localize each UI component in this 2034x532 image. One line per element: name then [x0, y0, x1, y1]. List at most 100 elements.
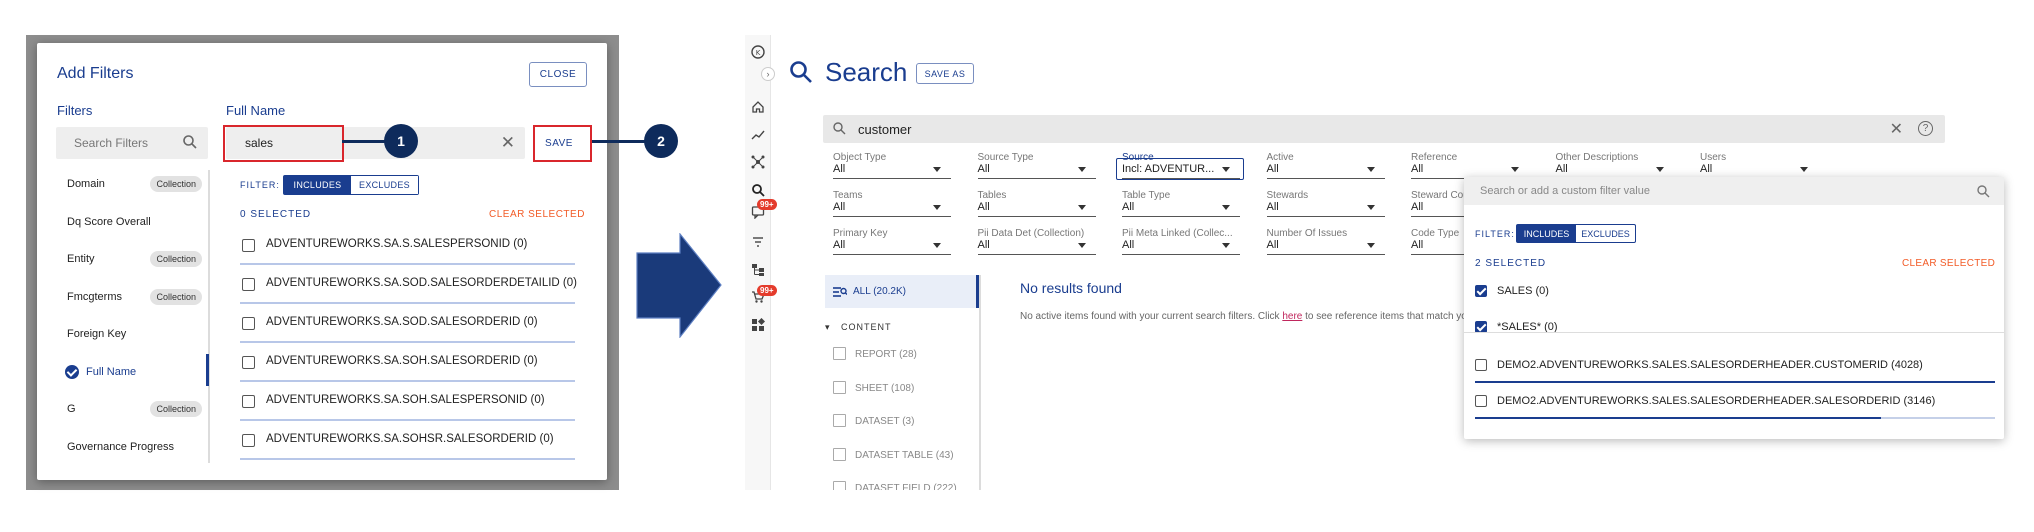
trending-icon[interactable]	[751, 128, 765, 142]
clear-selected-button[interactable]: CLEAR SELECTED	[489, 209, 585, 220]
content-type-label: DATASET FIELD (222)	[855, 483, 957, 490]
clear-icon[interactable]: ✕	[501, 133, 515, 153]
filter-item[interactable]: Governance Progress	[56, 433, 208, 461]
result-bar	[240, 380, 575, 382]
search-icon	[1977, 185, 1990, 198]
chevron-down-icon	[1366, 205, 1375, 210]
option-checkbox[interactable]	[1475, 359, 1487, 371]
result-label: ADVENTUREWORKS.SA.SOH.SALESPERSONID (0)	[266, 394, 545, 406]
filter-item[interactable]: Dq Score Overall	[56, 208, 208, 236]
facet-dropdown[interactable]: Source Incl: ADVENTUR...	[1114, 152, 1244, 180]
filter-item-label: Full Name	[86, 365, 137, 378]
option-checkbox[interactable]	[1475, 395, 1487, 407]
logo-icon[interactable]: K	[751, 45, 765, 59]
facet-dropdown[interactable]: Reference All	[1403, 152, 1529, 179]
hierarchy-icon[interactable]	[751, 263, 765, 277]
result-checkbox[interactable]	[242, 239, 255, 252]
option-label: DEMO2.ADVENTUREWORKS.SALES.SALESORDERHEA…	[1497, 359, 1923, 371]
search-filters-input[interactable]: Search Filters	[56, 127, 208, 159]
content-section-heading[interactable]: ▾ CONTENT	[825, 322, 892, 333]
facet-dropdown[interactable]: Tables All	[970, 190, 1096, 217]
facet-dropdown[interactable]: Stewards All	[1259, 190, 1385, 217]
facet-dropdown[interactable]: Primary Key All	[825, 228, 951, 255]
collection-badge: Collection	[150, 401, 202, 417]
network-icon[interactable]	[751, 155, 765, 169]
popover-clear-selected-button[interactable]: CLEAR SELECTED	[1902, 258, 1995, 269]
popover-search-input[interactable]: Search or add a custom filter value	[1464, 177, 2004, 205]
tab-all-label: ALL (20.2K)	[853, 286, 906, 297]
selected-option[interactable]: *SALES* (0)	[1475, 321, 1995, 351]
clear-search-icon[interactable]: ✕	[1890, 119, 1903, 139]
help-icon[interactable]: ?	[1918, 121, 1933, 136]
content-type-label: DATASET (3)	[855, 416, 915, 427]
facet-value: All	[833, 239, 846, 251]
facet-label: Number Of Issues	[1266, 228, 1348, 239]
result-checkbox[interactable]	[242, 317, 255, 330]
filters-heading: Filters	[57, 103, 93, 118]
content-type-icon	[833, 347, 846, 360]
main-search-value: customer	[858, 122, 912, 137]
filter-icon[interactable]	[751, 235, 765, 249]
facet-dropdown[interactable]: Other Descriptions All	[1548, 152, 1674, 179]
facet-dropdown[interactable]: Table Type All	[1114, 190, 1240, 217]
reference-items-link[interactable]: here	[1282, 311, 1302, 322]
facet-dropdown[interactable]: Object Type All	[825, 152, 951, 179]
facet-dropdown[interactable]: Number Of Issues All	[1259, 228, 1385, 255]
option-row[interactable]: DEMO2.ADVENTUREWORKS.SALES.SALESORDERHEA…	[1475, 359, 1995, 389]
content-type-icon	[833, 380, 846, 394]
facet-label: Object Type	[833, 152, 887, 163]
includes-toggle[interactable]: INCLUDES	[284, 176, 351, 194]
facet-dropdown[interactable]: Users All	[1692, 152, 1818, 179]
filter-item[interactable]: Full Name	[56, 358, 208, 386]
content-nav-divider	[979, 275, 981, 490]
option-row[interactable]: DEMO2.ADVENTUREWORKS.SALES.SALESORDERHEA…	[1475, 395, 1995, 425]
facet-label: Reference	[1411, 152, 1458, 163]
selected-option[interactable]: SALES (0)	[1475, 285, 1995, 315]
filter-item[interactable]: Entity Collection	[56, 245, 208, 273]
facet-dropdown[interactable]: Pii Data Det (Collection) All	[970, 228, 1096, 255]
result-checkbox[interactable]	[242, 434, 255, 447]
home-icon[interactable]	[751, 100, 765, 114]
filter-item[interactable]: Fmcgterms Collection	[56, 283, 208, 311]
result-row[interactable]: ADVENTUREWORKS.SA.S.SALESPERSONID (0)	[240, 235, 575, 270]
filter-item[interactable]: G Collection	[56, 395, 208, 423]
facet-label: Active	[1266, 152, 1294, 163]
chevron-down-icon	[1655, 167, 1664, 172]
close-button[interactable]: CLOSE	[529, 62, 587, 87]
main-search-input[interactable]: customer ✕ ?	[823, 115, 1945, 143]
facet-value: All	[977, 163, 990, 175]
result-row[interactable]: ADVENTUREWORKS.SA.SOH.SALESORDERID (0)	[240, 352, 575, 387]
tab-all[interactable]: ALL (20.2K)	[825, 275, 979, 308]
filter-item[interactable]: Foreign Key	[56, 320, 208, 348]
search-title-icon	[790, 61, 812, 83]
filter-item[interactable]: Domain Collection	[56, 170, 208, 198]
callout-connector-1	[342, 140, 388, 143]
facet-value: All	[833, 163, 846, 175]
result-checkbox[interactable]	[242, 356, 255, 369]
search-nav-icon[interactable]	[751, 183, 765, 197]
popover-excludes-toggle[interactable]: EXCLUDES	[1576, 225, 1635, 242]
chevron-down-icon	[1077, 205, 1086, 210]
facet-dropdown[interactable]: Teams All	[825, 190, 951, 217]
result-row[interactable]: ADVENTUREWORKS.SA.SOD.SALESORDERDETAILID…	[240, 274, 577, 309]
result-row[interactable]: ADVENTUREWORKS.SA.SOH.SALESPERSONID (0)	[240, 391, 575, 426]
save-as-button[interactable]: SAVE AS	[916, 63, 974, 84]
excludes-toggle[interactable]: EXCLUDES	[351, 176, 418, 194]
arrow-right-icon	[636, 233, 722, 338]
facet-label: Steward Cour	[1411, 190, 1473, 201]
result-checkbox[interactable]	[242, 278, 255, 291]
facet-dropdown[interactable]: Source Type All	[970, 152, 1096, 179]
collapse-nav-button[interactable]: ›	[761, 67, 775, 81]
result-bar	[240, 341, 575, 343]
facet-label: Teams	[833, 190, 863, 201]
content-type-label: REPORT (28)	[855, 349, 917, 360]
result-checkbox[interactable]	[242, 395, 255, 408]
facet-label: Users	[1700, 152, 1727, 163]
result-row[interactable]: ADVENTUREWORKS.SA.SOD.SALESORDERID (0)	[240, 313, 575, 348]
widgets-icon[interactable]	[751, 318, 765, 332]
facet-dropdown[interactable]: Active All	[1259, 152, 1385, 179]
result-row[interactable]: ADVENTUREWORKS.SA.SOHSR.SALESORDERID (0)	[240, 430, 575, 465]
facet-dropdown[interactable]: Pii Meta Linked (Collec... All	[1114, 228, 1240, 255]
checked-checkbox[interactable]	[1475, 285, 1487, 297]
popover-includes-toggle[interactable]: INCLUDES	[1517, 225, 1576, 242]
